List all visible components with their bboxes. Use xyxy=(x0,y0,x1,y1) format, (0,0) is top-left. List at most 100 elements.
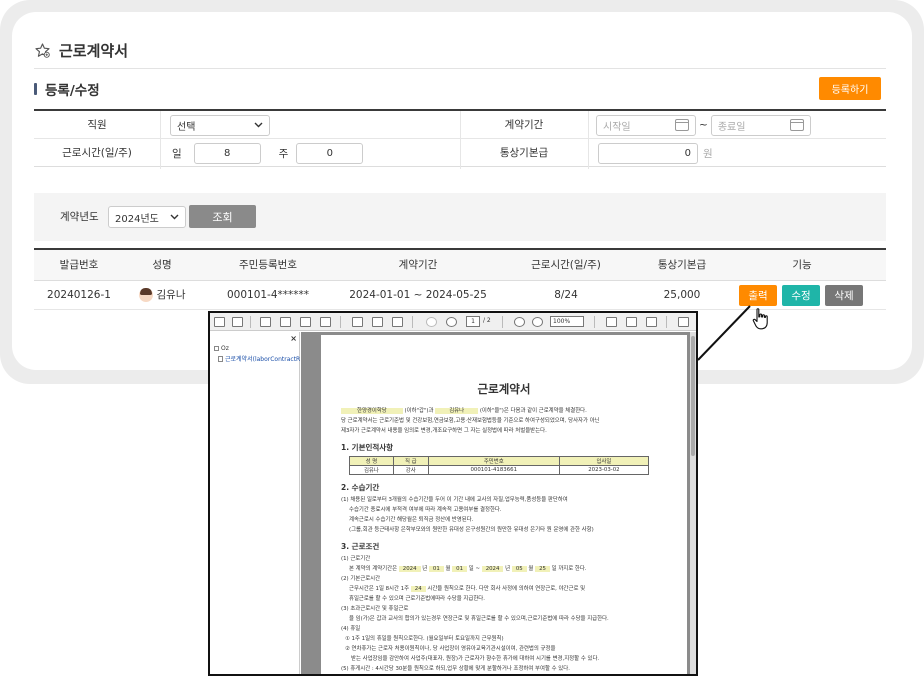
zoom-out-icon[interactable] xyxy=(514,317,525,327)
calendar-icon[interactable] xyxy=(675,119,689,131)
star-icon[interactable] xyxy=(34,42,51,59)
body-line: (3) 초과근로시간 및 휴일근로 xyxy=(341,606,409,612)
viewer-scrollbar[interactable] xyxy=(690,332,696,674)
column-header: 계약기간 xyxy=(398,259,438,271)
personal-info-table: 성 명직 급 주민번호 입사일 김유나 강사 000101-4183661 2023-03… xyxy=(349,456,650,475)
callout-line xyxy=(697,305,751,361)
end-date-input[interactable]: 종료일 xyxy=(710,114,811,136)
form-row: 근로시간(일/주) 일 8 주 0 통상기본급 0 원 xyxy=(34,139,886,167)
save-icon[interactable] xyxy=(214,317,225,327)
pen-icon[interactable] xyxy=(352,317,363,327)
zoom-select[interactable]: 100% xyxy=(550,316,584,327)
body-line: 계속근로시 수습기간 해당월은 퇴직금 정산에 반영된다. xyxy=(349,517,474,523)
hours-cell: 8/24 xyxy=(554,289,578,301)
title-divider xyxy=(34,68,886,69)
contract-table: 발급번호 성명 주민등록번호 계약기간 근로시간(일/주) 통상기본급 기능 2… xyxy=(34,248,886,310)
wage-value: 0 xyxy=(684,147,691,159)
page-header: 근로계약서 xyxy=(34,40,128,61)
tree-item[interactable]: 근로계약서(laborContractR xyxy=(218,354,300,363)
image-icon[interactable] xyxy=(626,317,637,327)
year-select-value: 2024년도 xyxy=(115,213,159,225)
zoom-in-icon[interactable] xyxy=(532,317,543,327)
period-line: 본 계약의 계약기간은 2024 년 01 월 01 일 ~ 2024 년 05… xyxy=(349,566,587,572)
table-header: 발급번호 성명 주민등록번호 계약기간 근로시간(일/주) 통상기본급 기능 xyxy=(34,248,886,281)
document-canvas: 근로계약서 한양경이학당 (이하"갑")과 김유나 (이하"을")은 다음과 같… xyxy=(301,332,696,674)
toolbar-separator xyxy=(502,316,503,328)
period-cell: 2024-01-01 ~ 2024-05-25 xyxy=(349,289,487,301)
calendar-icon[interactable] xyxy=(789,119,804,131)
previous-page-icon[interactable] xyxy=(426,317,437,327)
employee-name: 김유나 xyxy=(156,289,186,301)
export-icon[interactable] xyxy=(300,317,311,327)
tree-root[interactable]: Oz xyxy=(214,345,229,352)
query-button[interactable]: 조회 xyxy=(189,205,256,228)
intro-line: 제3자가 근로계약서 내용을 임의로 변경,개조요구하면 그 자는 실정법에 따… xyxy=(341,428,547,434)
image-icon[interactable] xyxy=(606,317,617,327)
close-icon[interactable]: × xyxy=(290,334,297,343)
settings-icon[interactable] xyxy=(392,317,403,327)
week-label: 주 xyxy=(278,147,289,160)
search-icon[interactable] xyxy=(678,317,689,327)
rrn-cell: 000101-4****** xyxy=(226,289,310,301)
body-line: 받는 사업장임을 감안하여 사업주(대표자, 원장)가 근로자가 향수한 휴가에… xyxy=(351,656,600,662)
wage-unit: 원 xyxy=(703,147,713,160)
toolbar-separator xyxy=(340,316,341,328)
form-row: 직원 선택 계약기간 시작일 ~ 종료일 xyxy=(34,111,886,139)
page-total: / 2 xyxy=(483,317,491,324)
employee-select[interactable]: 선택 xyxy=(170,114,270,136)
collapse-icon[interactable] xyxy=(214,346,219,351)
print-icon[interactable] xyxy=(260,317,271,327)
day-hours-input[interactable]: 8 xyxy=(193,142,261,164)
intro-line: 당 근로계약서는 근로기준법 및 건강보험,연금보험,고용·산재보험법등을 기준… xyxy=(341,418,600,424)
column-header: 성명 xyxy=(152,259,172,271)
column-header: 주민등록번호 xyxy=(239,259,297,271)
year-label: 계약년도 xyxy=(60,211,99,223)
intro-line: 한양경이학당 (이하"갑")과 김유나 (이하"을")은 다음과 같이 근로계약… xyxy=(341,407,687,415)
export-icon[interactable] xyxy=(280,317,291,327)
avatar xyxy=(138,288,153,302)
body-line: (2) 기본근로시간 xyxy=(341,576,381,582)
body-line: 수습기간 종료시에 부적격 여부에 따라 계속적 고용여부를 결정한다. xyxy=(349,507,502,513)
section-marker xyxy=(34,83,37,95)
issue-number-cell: 20240126-1 xyxy=(47,289,111,301)
document-icon xyxy=(218,355,223,362)
tree-item-label: 근로계약서(laborContractR xyxy=(225,356,301,363)
hours-label: 근로시간(일/주) xyxy=(62,147,132,159)
page-title: 근로계약서 xyxy=(59,42,129,60)
edit-button[interactable]: 수정 xyxy=(782,285,820,306)
search-bar: 계약년도 2024년도 조회 xyxy=(34,193,886,241)
toolbar-separator xyxy=(666,316,667,328)
body-line: (4) 휴일 xyxy=(341,626,361,632)
column-header: 기능 xyxy=(792,259,812,271)
export-icon[interactable] xyxy=(320,317,331,327)
delete-button[interactable]: 삭제 xyxy=(825,285,863,306)
print-icon[interactable] xyxy=(232,317,243,327)
body-line: (5) 휴게시간 : 4시간당 30분을 원칙으로 하되,업무 상황에 맞게 분… xyxy=(341,666,570,672)
end-date-placeholder: 종료일 xyxy=(717,121,746,133)
wage-input[interactable]: 0 xyxy=(598,142,698,164)
body-line: (1) 근로기간 xyxy=(341,556,371,562)
document-icon[interactable] xyxy=(646,317,657,327)
section-heading: 1. 기본인적사항 xyxy=(341,443,394,452)
page-number-input[interactable]: 1 xyxy=(466,316,480,327)
body-line: 을 임(가)은 갑과 교사의 합의가 있는경우 연장근로 및 휴일근로를 할 수… xyxy=(349,616,609,622)
column-header: 발급번호 xyxy=(59,259,99,271)
print-button[interactable]: 출력 xyxy=(739,285,777,306)
hours-line: 근무시간은 1일 8시간 1주 24 시간을 원칙으로 한다. 다만 회사 사정… xyxy=(349,586,586,592)
register-button[interactable]: 등록하기 xyxy=(819,77,881,100)
period-tilde: ~ xyxy=(699,119,708,131)
period-label: 계약기간 xyxy=(504,119,544,131)
section-title: 등록/수정 xyxy=(45,83,100,99)
next-page-icon[interactable] xyxy=(446,317,457,327)
body-line: (1) 채용된 일로부터 3개월의 수습기간을 두어 이 기간 내에 교사의 자… xyxy=(341,497,568,503)
start-date-input[interactable]: 시작일 xyxy=(596,114,696,136)
contract-form: 직원 선택 계약기간 시작일 ~ 종료일 근로시간(일/주) 일 8 주 0 통… xyxy=(34,109,886,169)
document-tree: × Oz 근로계약서(laborContractR xyxy=(210,332,300,674)
viewer-toolbar: 1 / 2 100% xyxy=(210,313,696,331)
week-hours-input[interactable]: 0 xyxy=(296,142,364,164)
toolbar-separator xyxy=(594,316,595,328)
chevron-down-icon xyxy=(254,122,263,128)
name-cell: 김유나 xyxy=(124,281,200,310)
year-select[interactable]: 2024년도 xyxy=(108,206,186,228)
page-icon[interactable] xyxy=(372,317,383,327)
